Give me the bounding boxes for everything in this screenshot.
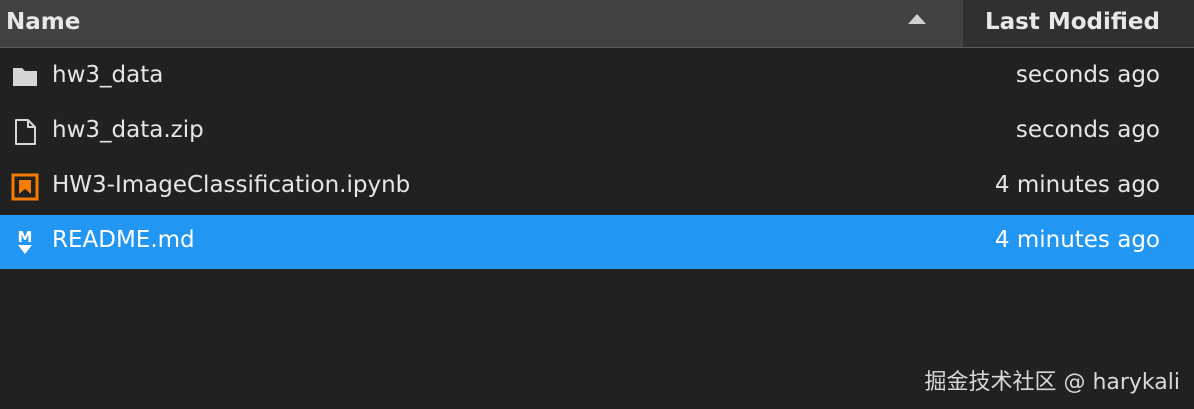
file-row-readme[interactable]: M README.md 4 minutes ago bbox=[0, 215, 1194, 269]
svg-text:M: M bbox=[18, 228, 33, 246]
notebook-icon bbox=[11, 173, 39, 201]
last-modified-column-label: Last Modified bbox=[984, 9, 1160, 35]
file-modified: seconds ago bbox=[1015, 62, 1160, 88]
file-modified: 4 minutes ago bbox=[994, 172, 1160, 198]
name-column-label: Name bbox=[6, 9, 81, 35]
sort-ascending-icon bbox=[908, 14, 926, 24]
file-modified: seconds ago bbox=[1015, 117, 1160, 143]
file-name: HW3-ImageClassification.ipynb bbox=[52, 172, 411, 198]
file-name: README.md bbox=[52, 227, 195, 253]
file-name: hw3_data bbox=[52, 62, 164, 88]
file-name: hw3_data.zip bbox=[52, 117, 204, 143]
watermark: 掘金技术社区 @ harykali bbox=[924, 370, 1180, 395]
file-row-notebook[interactable]: HW3-ImageClassification.ipynb 4 minutes … bbox=[0, 160, 1194, 214]
file-browser: Name Last Modified hw3_data seconds ago … bbox=[0, 0, 1194, 409]
file-list-header: Name Last Modified bbox=[0, 0, 1194, 48]
file-modified: 4 minutes ago bbox=[994, 227, 1160, 253]
name-column-header[interactable]: Name bbox=[0, 0, 963, 47]
file-row-hw3-data[interactable]: hw3_data seconds ago bbox=[0, 50, 1194, 104]
folder-icon bbox=[11, 63, 39, 91]
markdown-icon: M bbox=[11, 228, 39, 256]
file-row-hw3-data-zip[interactable]: hw3_data.zip seconds ago bbox=[0, 105, 1194, 159]
last-modified-column-header[interactable]: Last Modified bbox=[963, 0, 1194, 47]
file-icon bbox=[11, 118, 39, 146]
